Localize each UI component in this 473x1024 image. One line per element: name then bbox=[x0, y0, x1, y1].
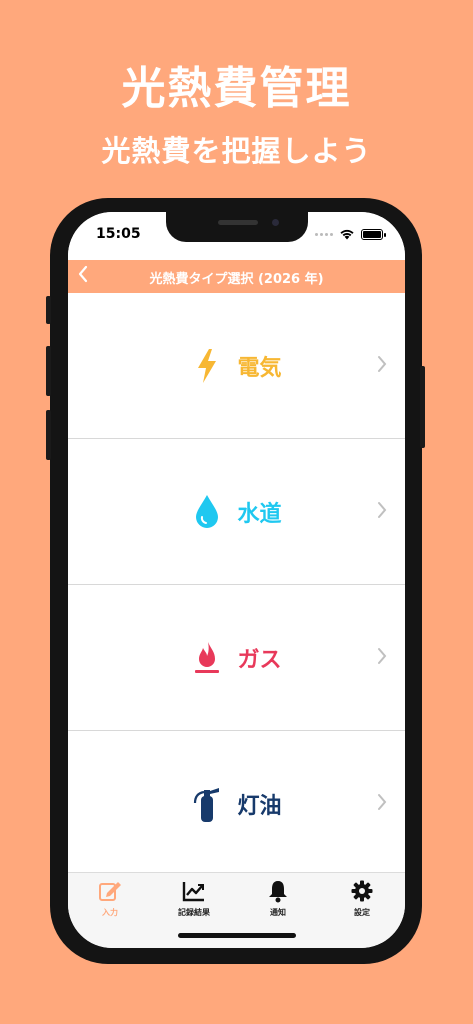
edit-icon bbox=[68, 879, 152, 903]
tab-notifications[interactable]: 通知 bbox=[236, 879, 320, 918]
camera bbox=[272, 219, 279, 226]
volume-up-button bbox=[46, 346, 51, 396]
nav-title: 光熱費タイプ選択 (2026 年) bbox=[149, 272, 324, 287]
utility-label: ガス bbox=[237, 648, 282, 673]
home-indicator bbox=[178, 933, 296, 938]
mute-switch bbox=[46, 296, 51, 324]
utility-label: 灯油 bbox=[237, 794, 282, 819]
utility-row-electricity[interactable]: 電気 bbox=[68, 293, 405, 439]
app-screen: 15:05 光熱費タイプ選択 (2026 年) 電気 水道 ガス 灯油 入力 記… bbox=[68, 212, 405, 948]
tab-records[interactable]: 記録結果 bbox=[152, 879, 236, 918]
utility-row-gas[interactable]: ガス bbox=[68, 585, 405, 731]
tab-label: 設定 bbox=[354, 908, 370, 917]
chevron-right-icon bbox=[377, 354, 387, 378]
bell-icon bbox=[236, 879, 320, 903]
wifi-icon bbox=[340, 229, 354, 240]
status-icons bbox=[315, 228, 386, 240]
utility-label: 電気 bbox=[237, 356, 282, 381]
tab-label: 入力 bbox=[102, 908, 118, 917]
volume-down-button bbox=[46, 410, 51, 460]
lightning-icon bbox=[191, 346, 223, 386]
notch bbox=[166, 212, 308, 242]
utility-row-kerosene[interactable]: 灯油 bbox=[68, 731, 405, 877]
utility-list: 電気 水道 ガス 灯油 bbox=[68, 293, 405, 877]
chart-icon bbox=[152, 879, 236, 903]
nav-bar: 光熱費タイプ選択 (2026 年) bbox=[68, 260, 405, 293]
tab-bar: 入力 記録結果 通知 設定 bbox=[68, 872, 405, 948]
status-bar: 15:05 bbox=[68, 212, 405, 260]
battery-icon bbox=[361, 228, 386, 240]
utility-row-water[interactable]: 水道 bbox=[68, 439, 405, 585]
fire-extinguisher-icon bbox=[191, 784, 223, 824]
flame-icon bbox=[191, 638, 223, 678]
tab-label: 記録結果 bbox=[178, 908, 210, 917]
utility-label: 水道 bbox=[237, 502, 282, 527]
chevron-right-icon bbox=[377, 500, 387, 524]
chevron-right-icon bbox=[377, 792, 387, 816]
promo-subtitle: 光熱費を把握しよう bbox=[101, 134, 372, 168]
signal-dots-icon bbox=[315, 232, 333, 236]
power-button bbox=[420, 366, 425, 448]
tab-input[interactable]: 入力 bbox=[68, 879, 152, 918]
gear-icon bbox=[320, 879, 404, 903]
promo-title: 光熱費管理 bbox=[121, 63, 352, 114]
speaker bbox=[218, 220, 258, 225]
chevron-right-icon bbox=[377, 646, 387, 670]
tab-settings[interactable]: 設定 bbox=[320, 879, 404, 918]
water-drop-icon bbox=[191, 492, 223, 532]
status-time: 15:05 bbox=[96, 226, 141, 242]
tab-label: 通知 bbox=[270, 908, 286, 917]
